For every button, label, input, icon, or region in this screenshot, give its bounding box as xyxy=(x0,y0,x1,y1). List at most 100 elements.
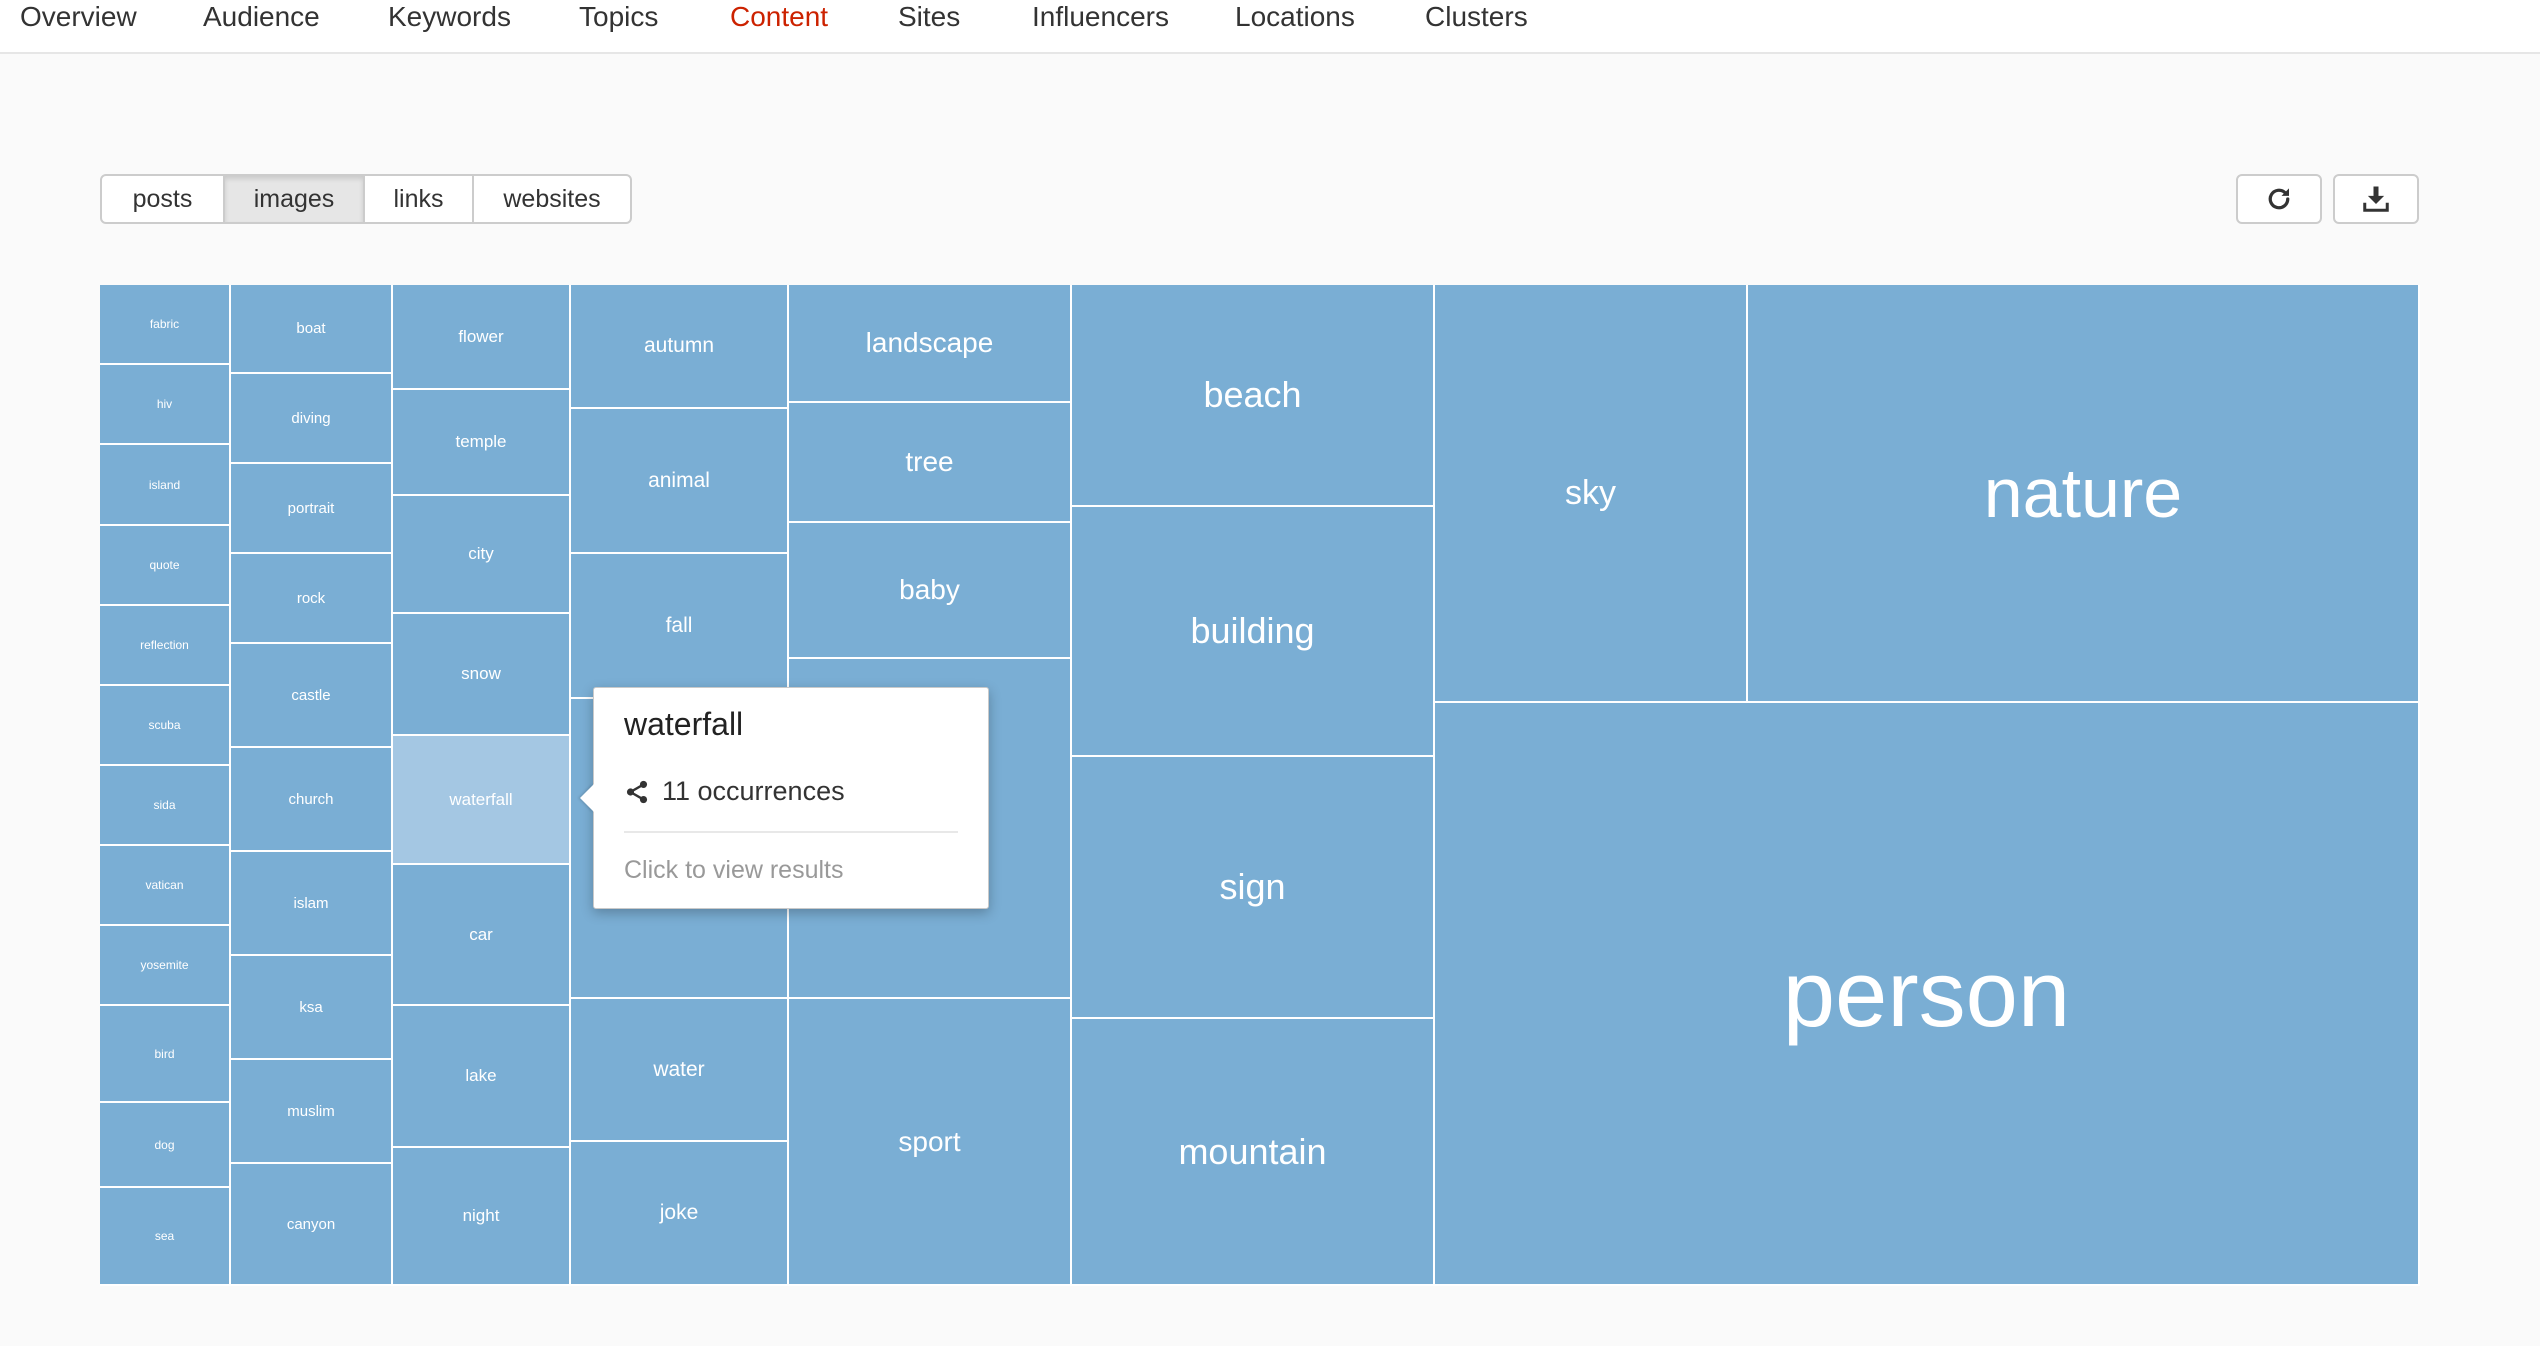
treemap-tile-ksa[interactable]: ksa xyxy=(231,956,393,1060)
tile-label: temple xyxy=(455,432,507,451)
treemap-tile-rock[interactable]: rock xyxy=(231,554,393,644)
image-treemap: fabric hiv island quote reflection scuba sida v… xyxy=(100,285,2420,1286)
nav-topics[interactable]: Topics xyxy=(579,0,658,34)
treemap-tile-sea[interactable]: sea xyxy=(100,1188,231,1286)
tile-label: waterfall xyxy=(449,789,513,809)
tile-label: snow xyxy=(461,664,501,683)
treemap-tile-city[interactable]: city xyxy=(393,496,571,614)
treemap-tile-muslim[interactable]: muslim xyxy=(231,1060,393,1164)
tab-images[interactable]: images xyxy=(225,176,365,222)
tile-label: flower xyxy=(458,326,504,346)
treemap-tile-waterfall[interactable]: waterfall xyxy=(393,736,571,865)
treemap-tile-quote[interactable]: quote xyxy=(100,526,231,606)
treemap-tile-castle[interactable]: castle xyxy=(231,644,393,748)
treemap-tile-mountain[interactable]: mountain xyxy=(1072,1019,1435,1286)
tab-links[interactable]: links xyxy=(365,176,474,222)
treemap-tile-water[interactable]: water xyxy=(571,999,789,1142)
treemap-tile-boat[interactable]: boat xyxy=(231,285,393,374)
treemap-tile-lake[interactable]: lake xyxy=(393,1006,571,1148)
download-icon xyxy=(2363,186,2389,212)
share-icon xyxy=(626,780,648,803)
tile-label: islam xyxy=(293,894,329,912)
treemap-tile-fall[interactable]: fall xyxy=(571,554,789,699)
nav-influencers[interactable]: Influencers xyxy=(1032,0,1169,34)
treemap-tile-landscape[interactable]: landscape xyxy=(789,285,1072,403)
nav-sites[interactable]: Sites xyxy=(898,0,960,34)
treemap-tile-baby[interactable]: baby xyxy=(789,523,1072,659)
tile-label: muslim xyxy=(287,1102,335,1120)
tile-label: night xyxy=(462,1206,500,1225)
treemap-tile-bird[interactable]: bird xyxy=(100,1006,231,1103)
treemap-tile-sida[interactable]: sida xyxy=(100,766,231,846)
tile-label: ksa xyxy=(299,998,323,1016)
treemap-tile-dog[interactable]: dog xyxy=(100,1103,231,1188)
tile-label: nature xyxy=(1983,454,2183,532)
tooltip-occurrences: 11 occurrences xyxy=(624,776,845,807)
treemap-tile-person[interactable]: person xyxy=(1435,703,2420,1286)
tile-label: fabric xyxy=(149,317,180,331)
nav-locations[interactable]: Locations xyxy=(1235,0,1355,34)
tile-label: sport xyxy=(898,1125,961,1157)
top-navigation: Overview Audience Keywords Topics Conten… xyxy=(0,0,2540,54)
treemap-tile-reflection[interactable]: reflection xyxy=(100,606,231,686)
tile-label: church xyxy=(288,790,334,808)
tile-label: yosemite xyxy=(140,958,189,972)
treemap-tile-night[interactable]: night xyxy=(393,1148,571,1286)
treemap-tile-church[interactable]: church xyxy=(231,748,393,852)
tile-label: island xyxy=(148,477,181,492)
treemap-tile-portrait[interactable]: portrait xyxy=(231,464,393,554)
tile-label: sida xyxy=(153,798,176,812)
nav-keywords[interactable]: Keywords xyxy=(388,0,511,34)
treemap-tile-island[interactable]: island xyxy=(100,445,231,526)
treemap-tile-diving[interactable]: diving xyxy=(231,374,393,464)
nav-clusters[interactable]: Clusters xyxy=(1425,0,1528,34)
tile-label: boat xyxy=(296,320,326,337)
tile-label: autumn xyxy=(643,334,715,357)
treemap-tile-islam[interactable]: islam xyxy=(231,852,393,956)
treemap-tile-building[interactable]: building xyxy=(1072,507,1435,757)
treemap-tile-canyon[interactable]: canyon xyxy=(231,1164,393,1286)
tile-label: joke xyxy=(659,1201,699,1224)
tile-label: baby xyxy=(899,574,960,605)
tile-label: sea xyxy=(154,1229,175,1243)
treemap-tile-car[interactable]: car xyxy=(393,865,571,1006)
refresh-button[interactable] xyxy=(2236,174,2322,224)
treemap-tile-sky[interactable]: sky xyxy=(1435,285,1748,703)
tile-label: hiv xyxy=(156,397,173,411)
tooltip-occurrences-text: 11 occurrences xyxy=(662,776,845,806)
treemap-tile-hiv[interactable]: hiv xyxy=(100,365,231,445)
content-type-tabs: posts images links websites xyxy=(100,174,632,224)
download-button[interactable] xyxy=(2333,174,2419,224)
nav-content[interactable]: Content xyxy=(730,0,828,34)
treemap-tile-sport[interactable]: sport xyxy=(789,999,1072,1286)
tile-label: city xyxy=(468,544,494,563)
treemap-tile-flower[interactable]: flower xyxy=(393,285,571,390)
treemap-tile-animal[interactable]: animal xyxy=(571,409,789,554)
treemap-tile-snow[interactable]: snow xyxy=(393,614,571,736)
treemap-tile-temple[interactable]: temple xyxy=(393,390,571,496)
treemap-tile-yosemite[interactable]: yosemite xyxy=(100,926,231,1006)
treemap-tile-joke[interactable]: joke xyxy=(571,1142,789,1286)
treemap-tile-scuba[interactable]: scuba xyxy=(100,686,231,766)
tile-label: dog xyxy=(154,1137,175,1152)
treemap-tile-beach[interactable]: beach xyxy=(1072,285,1435,507)
tile-label: canyon xyxy=(286,1215,336,1233)
nav-audience[interactable]: Audience xyxy=(203,0,320,34)
treemap-tile-fabric[interactable]: fabric xyxy=(100,285,231,365)
tile-label: diving xyxy=(291,409,331,427)
tile-label: portrait xyxy=(287,499,335,517)
treemap-tile-nature[interactable]: nature xyxy=(1748,285,2420,703)
view-results-link[interactable]: Click to view results xyxy=(624,856,844,885)
tooltip-arrow xyxy=(580,784,594,812)
treemap-tile-autumn[interactable]: autumn xyxy=(571,285,789,409)
tile-label: bird xyxy=(154,1046,175,1061)
tab-posts[interactable]: posts xyxy=(102,176,225,222)
tile-tooltip: waterfall 11 occurrences Click to view r… xyxy=(580,687,989,909)
tab-websites[interactable]: websites xyxy=(474,176,630,222)
treemap-tile-tree[interactable]: tree xyxy=(789,403,1072,523)
treemap-tile-vatican[interactable]: vatican xyxy=(100,846,231,926)
nav-overview[interactable]: Overview xyxy=(20,0,137,34)
tile-label: tree xyxy=(905,446,954,477)
treemap-tile-sign[interactable]: sign xyxy=(1072,757,1435,1019)
tile-label: rock xyxy=(296,589,326,607)
